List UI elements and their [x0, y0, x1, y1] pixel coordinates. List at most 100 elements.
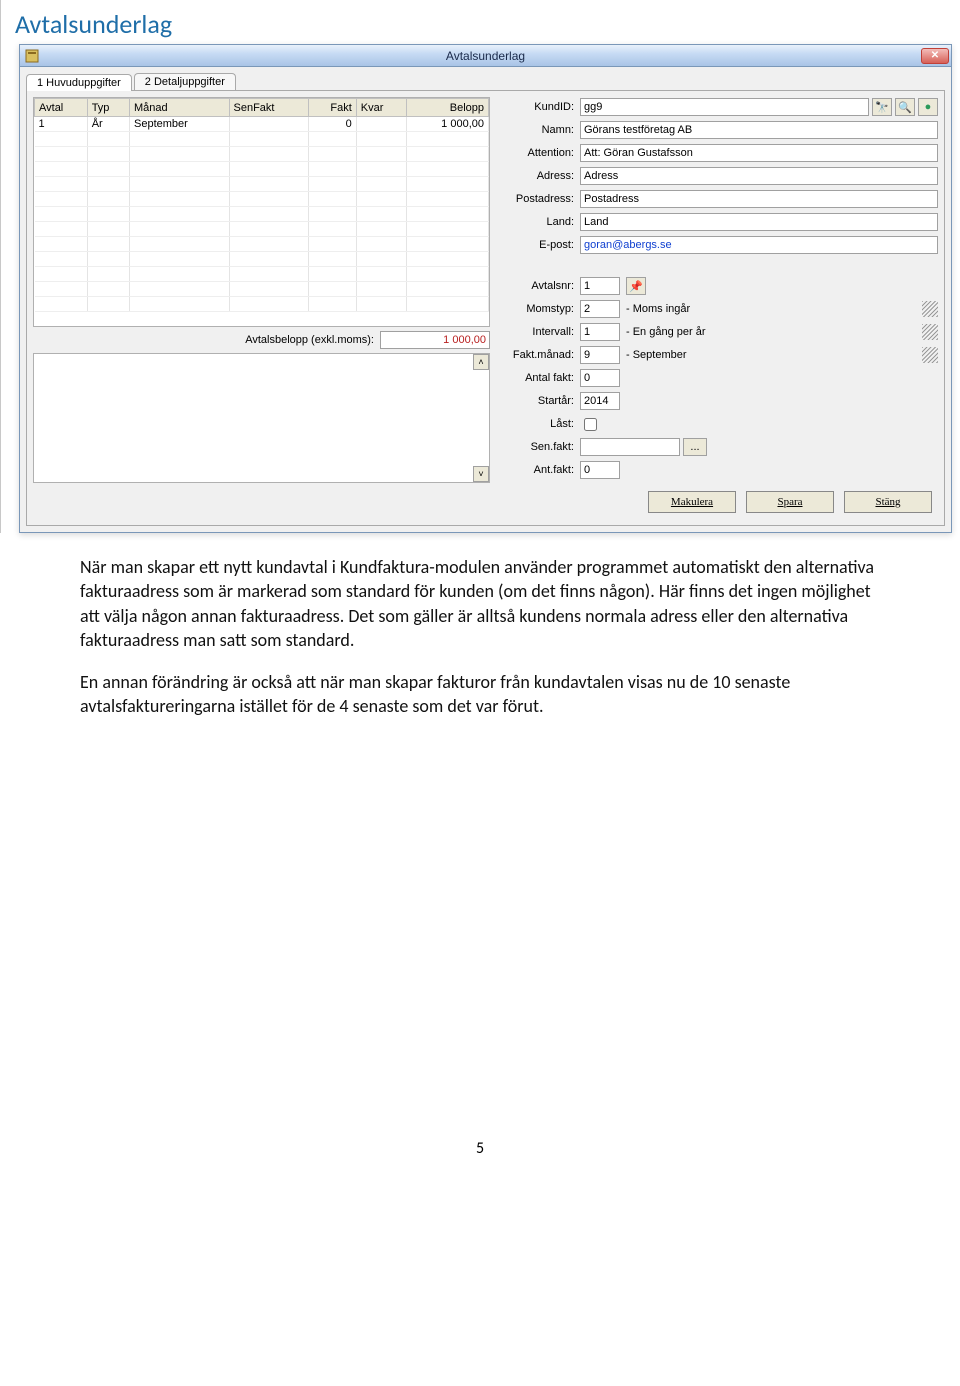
antfakt-input[interactable]	[580, 461, 620, 479]
avtalsnr-input[interactable]	[580, 277, 620, 295]
table-row[interactable]: 1 År September 0 1 000,00	[35, 117, 489, 132]
grid-header: Avtal Typ Månad SenFakt Fakt Kvar Belopp	[35, 99, 489, 117]
cell: September	[130, 117, 229, 132]
titlebar: Avtalsunderlag ✕	[20, 45, 951, 67]
sum-label: Avtalsbelopp (exkl.moms):	[245, 334, 374, 346]
dialog-window: Avtalsunderlag ✕ 1 Huvuduppgifter 2 Deta…	[19, 44, 952, 533]
intervall-input[interactable]	[580, 323, 620, 341]
body-text: När man skapar ett nytt kundavtal i Kund…	[0, 533, 960, 719]
table-row[interactable]	[35, 207, 489, 222]
tab-panel: Avtal Typ Månad SenFakt Fakt Kvar Belopp	[26, 90, 945, 526]
adress-label: Adress:	[498, 170, 580, 182]
spara-button[interactable]: Spara	[746, 491, 834, 513]
momstyp-text: - Moms ingår	[626, 303, 918, 315]
lookup-icon[interactable]	[922, 347, 938, 363]
avtalsnr-label: Avtalsnr:	[498, 280, 580, 292]
status-indicator[interactable]: ●	[918, 98, 938, 116]
view-customer-button[interactable]: 🔍	[895, 98, 915, 116]
binoculars-icon: 🔭	[875, 101, 889, 114]
scroll-down-button[interactable]: ˅	[473, 466, 489, 482]
momstyp-input[interactable]	[580, 300, 620, 318]
senfakt-label: Sen.fakt:	[498, 441, 580, 453]
kundid-input[interactable]	[580, 98, 869, 116]
table-row[interactable]	[35, 132, 489, 147]
faktmanad-label: Fakt.månad:	[498, 349, 580, 361]
cell: 1	[35, 117, 88, 132]
app-icon	[24, 48, 40, 64]
epost-input[interactable]	[580, 236, 938, 254]
faktmanad-text: - September	[626, 349, 918, 361]
attention-input[interactable]	[580, 144, 938, 162]
kundid-label: KundID:	[498, 101, 580, 113]
attention-label: Attention:	[498, 147, 580, 159]
table-row[interactable]	[35, 177, 489, 192]
table-row[interactable]	[35, 282, 489, 297]
search-customer-button[interactable]: 🔭	[872, 98, 892, 116]
cell: 1 000,00	[406, 117, 488, 132]
land-input[interactable]	[580, 213, 938, 231]
last-checkbox[interactable]	[584, 418, 597, 431]
dot-icon: ●	[925, 101, 932, 113]
momstyp-label: Momstyp:	[498, 303, 580, 315]
startar-label: Startår:	[498, 395, 580, 407]
startar-input[interactable]	[580, 392, 620, 410]
makulera-label: Makulera	[671, 496, 713, 508]
pin-icon: 📌	[629, 280, 643, 293]
col-manad[interactable]: Månad	[130, 99, 229, 117]
adress-input[interactable]	[580, 167, 938, 185]
lookup-icon[interactable]	[922, 301, 938, 317]
close-icon: ✕	[931, 51, 939, 61]
land-label: Land:	[498, 216, 580, 228]
senfakt-input[interactable]	[580, 438, 680, 456]
close-button[interactable]: ✕	[921, 48, 949, 64]
contracts-grid[interactable]: Avtal Typ Månad SenFakt Fakt Kvar Belopp	[33, 97, 490, 327]
cell	[229, 117, 308, 132]
table-row[interactable]	[35, 222, 489, 237]
antalfakt-input[interactable]	[580, 369, 620, 387]
cell: 0	[308, 117, 356, 132]
makulera-button[interactable]: Makulera	[648, 491, 736, 513]
page-number: 5	[0, 1139, 960, 1188]
magnifier-icon: 🔍	[898, 101, 912, 114]
postadress-input[interactable]	[580, 190, 938, 208]
stang-button[interactable]: Stäng	[844, 491, 932, 513]
table-row[interactable]	[35, 162, 489, 177]
sum-value	[380, 331, 490, 349]
senfakt-browse-button[interactable]: ...	[683, 438, 707, 456]
table-row[interactable]	[35, 192, 489, 207]
antalfakt-label: Antal fakt:	[498, 372, 580, 384]
col-senfakt[interactable]: SenFakt	[229, 99, 308, 117]
cell	[356, 117, 406, 132]
namn-label: Namn:	[498, 124, 580, 136]
col-kvar[interactable]: Kvar	[356, 99, 406, 117]
caret-down-icon: ˅	[478, 469, 483, 479]
tab-detaljuppgifter[interactable]: 2 Detaljuppgifter	[134, 73, 236, 90]
namn-input[interactable]	[580, 121, 938, 139]
detail-list[interactable]: ˄ ˅	[33, 353, 490, 483]
cell: År	[87, 117, 129, 132]
stang-label: Stäng	[875, 496, 900, 508]
table-row[interactable]	[35, 147, 489, 162]
table-row[interactable]	[35, 297, 489, 312]
table-row[interactable]	[35, 237, 489, 252]
table-row[interactable]	[35, 252, 489, 267]
lookup-icon[interactable]	[922, 324, 938, 340]
col-avtal[interactable]: Avtal	[35, 99, 88, 117]
col-typ[interactable]: Typ	[87, 99, 129, 117]
caret-up-icon: ˄	[478, 357, 483, 367]
paragraph: En annan förändring är också att när man…	[80, 670, 880, 719]
tab-huvuduppgifter[interactable]: 1 Huvuduppgifter	[26, 74, 132, 91]
tab-strip: 1 Huvuduppgifter 2 Detaljuppgifter	[20, 67, 951, 90]
table-row[interactable]	[35, 267, 489, 282]
col-fakt[interactable]: Fakt	[308, 99, 356, 117]
intervall-text: - En gång per år	[626, 326, 918, 338]
faktmanad-input[interactable]	[580, 346, 620, 364]
scroll-up-button[interactable]: ˄	[473, 354, 489, 370]
postadress-label: Postadress:	[498, 193, 580, 205]
antfakt-label: Ant.fakt:	[498, 464, 580, 476]
pin-button[interactable]: 📌	[626, 277, 646, 295]
paragraph: När man skapar ett nytt kundavtal i Kund…	[80, 555, 880, 652]
intervall-label: Intervall:	[498, 326, 580, 338]
col-belopp[interactable]: Belopp	[406, 99, 488, 117]
window-title: Avtalsunderlag	[20, 49, 951, 63]
